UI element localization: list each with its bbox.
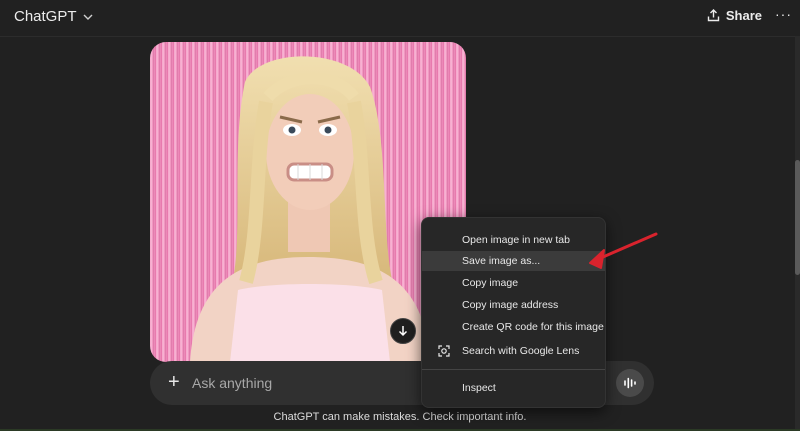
context-menu: Open image in new tab Save image as... C… — [421, 217, 606, 408]
voice-mode-button[interactable] — [616, 369, 644, 397]
message-input[interactable]: Ask anything — [192, 375, 272, 391]
share-label: Share — [725, 8, 762, 23]
menu-item-search-google-lens[interactable]: Search with Google Lens — [422, 341, 605, 361]
uploaded-image[interactable] — [150, 42, 466, 362]
model-title: ChatGPT — [14, 8, 77, 25]
menu-item-copy-image[interactable]: Copy image — [422, 273, 605, 293]
menu-item-copy-image-address[interactable]: Copy image address — [422, 295, 605, 315]
add-attachment-button[interactable]: + — [168, 372, 180, 392]
arrow-down-icon — [398, 326, 408, 337]
top-bar: ChatGPT Share ··· — [0, 0, 800, 37]
chevron-down-icon — [83, 14, 93, 20]
google-lens-icon — [438, 345, 450, 357]
download-image-button[interactable] — [390, 318, 416, 344]
menu-item-create-qr-code[interactable]: Create QR code for this image — [422, 317, 605, 337]
scrollbar-thumb[interactable] — [795, 160, 800, 275]
share-button[interactable]: Share — [707, 8, 762, 23]
disclaimer-text: ChatGPT can make mistakes. Check importa… — [273, 411, 527, 423]
waveform-icon — [624, 377, 636, 389]
photo-illustration — [150, 42, 466, 362]
menu-item-save-image-as[interactable]: Save image as... — [422, 251, 605, 271]
menu-item-inspect[interactable]: Inspect — [422, 378, 605, 398]
more-options-button[interactable]: ··· — [775, 6, 792, 22]
model-selector[interactable]: ChatGPT — [14, 8, 93, 25]
share-icon — [707, 9, 720, 22]
menu-item-open-image-new-tab[interactable]: Open image in new tab — [422, 230, 605, 250]
menu-divider — [422, 369, 605, 370]
